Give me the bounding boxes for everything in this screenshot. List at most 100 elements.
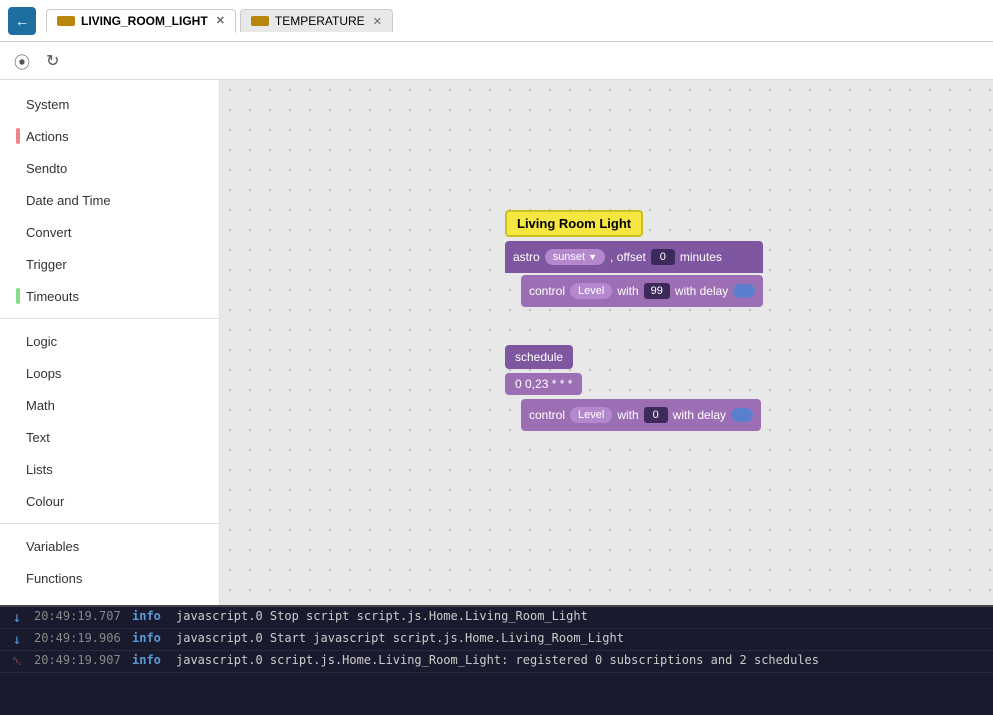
level-pill-2[interactable]: Level bbox=[570, 407, 612, 423]
sunset-pill[interactable]: sunset ▼ bbox=[545, 249, 605, 265]
sidebar-item-system[interactable]: System bbox=[0, 88, 219, 120]
sunset-dropdown-icon[interactable]: ▼ bbox=[588, 252, 597, 262]
block-group-2: schedule 0 0,23 * * * control Level with… bbox=[505, 345, 761, 431]
control-text-1: control bbox=[529, 284, 565, 298]
sidebar-item-convert[interactable]: Convert bbox=[0, 216, 219, 248]
log-row-2: ␡ 20:49:19.907 info javascript.0 script.… bbox=[0, 651, 993, 673]
sidebar-label-variables: Variables bbox=[26, 539, 79, 554]
tab-temperature[interactable]: TEMPERATURE ✕ bbox=[240, 9, 393, 32]
convert-indicator bbox=[16, 224, 20, 240]
canvas[interactable]: Living Room Light astro sunset ▼ , offse… bbox=[220, 80, 993, 605]
lists-indicator bbox=[16, 461, 20, 477]
logic-indicator bbox=[16, 333, 20, 349]
system-indicator bbox=[16, 96, 20, 112]
block-cron-value[interactable]: 0 0,23 * * * bbox=[505, 373, 582, 395]
tab-icon-temperature bbox=[251, 16, 269, 26]
delay-toggle-1[interactable] bbox=[733, 284, 755, 298]
sidebar-item-colour[interactable]: Colour bbox=[0, 485, 219, 517]
sidebar-label-functions: Functions bbox=[26, 571, 82, 586]
colour-indicator bbox=[16, 493, 20, 509]
trigger-indicator bbox=[16, 256, 20, 272]
sidebar-label-sendto: Sendto bbox=[26, 161, 67, 176]
block-row-control-2[interactable]: control Level with 0 with delay bbox=[521, 399, 761, 431]
sidebar-label-text: Text bbox=[26, 430, 50, 445]
sidebar-item-math[interactable]: Math bbox=[0, 389, 219, 421]
log-level-0: info bbox=[132, 609, 168, 623]
minutes-text: minutes bbox=[680, 250, 722, 264]
with-text-1: with bbox=[617, 284, 638, 298]
log-row-0: ↓ 20:49:19.707 info javascript.0 Stop sc… bbox=[0, 607, 993, 629]
log-icon-download-0: ↓ bbox=[8, 610, 26, 626]
with-text-2: with bbox=[617, 408, 638, 422]
sidebar-item-timeouts[interactable]: Timeouts bbox=[0, 280, 219, 312]
refresh-button[interactable]: ↻ bbox=[42, 47, 63, 75]
log-timestamp-0: 20:49:19.707 bbox=[34, 609, 124, 623]
log-panel: ↓ 20:49:19.707 info javascript.0 Stop sc… bbox=[0, 605, 993, 715]
control-text-2: control bbox=[529, 408, 565, 422]
sidebar-item-logic[interactable]: Logic bbox=[0, 325, 219, 357]
sidebar: System Actions Sendto Date and Time Conv… bbox=[0, 80, 220, 605]
astro-text: astro bbox=[513, 250, 540, 264]
sidebar-label-system: System bbox=[26, 97, 69, 112]
sidebar-label-loops: Loops bbox=[26, 366, 61, 381]
functions-indicator bbox=[16, 570, 20, 586]
log-message-2: javascript.0 script.js.Home.Living_Room_… bbox=[176, 653, 985, 667]
log-timestamp-2: 20:49:19.907 bbox=[34, 653, 124, 667]
separator-1 bbox=[0, 318, 219, 319]
sidebar-label-colour: Colour bbox=[26, 494, 64, 509]
sidebar-item-text[interactable]: Text bbox=[0, 421, 219, 453]
variables-indicator bbox=[16, 538, 20, 554]
sidebar-item-trigger[interactable]: Trigger bbox=[0, 248, 219, 280]
sidebar-label-trigger: Trigger bbox=[26, 257, 67, 272]
sidebar-label-convert: Convert bbox=[26, 225, 72, 240]
block-label-living-room[interactable]: Living Room Light bbox=[505, 210, 643, 237]
level-value-2[interactable]: 0 bbox=[644, 407, 668, 423]
sidebar-label-logic: Logic bbox=[26, 334, 57, 349]
level-label-2: Level bbox=[578, 409, 604, 421]
target-button[interactable]: ⦿ bbox=[10, 45, 34, 77]
block-schedule-label[interactable]: schedule bbox=[505, 345, 573, 369]
sidebar-item-functions[interactable]: Functions bbox=[0, 562, 219, 594]
datetime-indicator bbox=[16, 192, 20, 208]
sidebar-item-sendto[interactable]: Sendto bbox=[0, 152, 219, 184]
tab-living-room-light[interactable]: LIVING_ROOM_LIGHT ✕ bbox=[46, 9, 236, 33]
sidebar-label-timeouts: Timeouts bbox=[26, 289, 79, 304]
offset-value[interactable]: 0 bbox=[651, 249, 675, 265]
sidebar-label-lists: Lists bbox=[26, 462, 53, 477]
tab-close-living-room[interactable]: ✕ bbox=[216, 14, 225, 27]
sidebar-item-lists[interactable]: Lists bbox=[0, 453, 219, 485]
sunset-label: sunset bbox=[553, 251, 585, 263]
log-message-1: javascript.0 Start javascript script.js.… bbox=[176, 631, 985, 645]
timeouts-indicator bbox=[16, 288, 20, 304]
sidebar-item-actions[interactable]: Actions bbox=[0, 120, 219, 152]
tab-bar: ← LIVING_ROOM_LIGHT ✕ TEMPERATURE ✕ bbox=[0, 0, 993, 42]
with-delay-text-2: with delay bbox=[673, 408, 726, 422]
loops-indicator bbox=[16, 365, 20, 381]
log-level-2: info bbox=[132, 653, 168, 667]
with-delay-text-1: with delay bbox=[675, 284, 728, 298]
log-icon-delete-2: ␡ bbox=[8, 654, 26, 669]
log-icon-download-1: ↓ bbox=[8, 632, 26, 648]
level-label-1: Level bbox=[578, 285, 604, 297]
log-timestamp-1: 20:49:19.906 bbox=[34, 631, 124, 645]
toolbar: ⦿ ↻ bbox=[0, 42, 993, 80]
comma-offset-text: , offset bbox=[610, 250, 646, 264]
sendto-indicator bbox=[16, 160, 20, 176]
delay-toggle-2[interactable] bbox=[731, 408, 753, 422]
block-row-control-1[interactable]: control Level with 99 with delay bbox=[521, 275, 763, 307]
back-button[interactable]: ← bbox=[8, 7, 36, 35]
text-indicator bbox=[16, 429, 20, 445]
tab-close-temperature[interactable]: ✕ bbox=[373, 15, 382, 28]
tab-label-temperature: TEMPERATURE bbox=[275, 14, 365, 28]
math-indicator bbox=[16, 397, 20, 413]
tab-icon-living-room bbox=[57, 16, 75, 26]
sidebar-item-variables[interactable]: Variables bbox=[0, 530, 219, 562]
block-row-astro[interactable]: astro sunset ▼ , offset 0 minutes bbox=[505, 241, 763, 273]
log-row-1: ↓ 20:49:19.906 info javascript.0 Start j… bbox=[0, 629, 993, 651]
sidebar-item-date-and-time[interactable]: Date and Time bbox=[0, 184, 219, 216]
sidebar-label-date-and-time: Date and Time bbox=[26, 193, 111, 208]
level-pill-1[interactable]: Level bbox=[570, 283, 612, 299]
sidebar-item-loops[interactable]: Loops bbox=[0, 357, 219, 389]
main-area: System Actions Sendto Date and Time Conv… bbox=[0, 80, 993, 605]
level-value-1[interactable]: 99 bbox=[644, 283, 670, 299]
